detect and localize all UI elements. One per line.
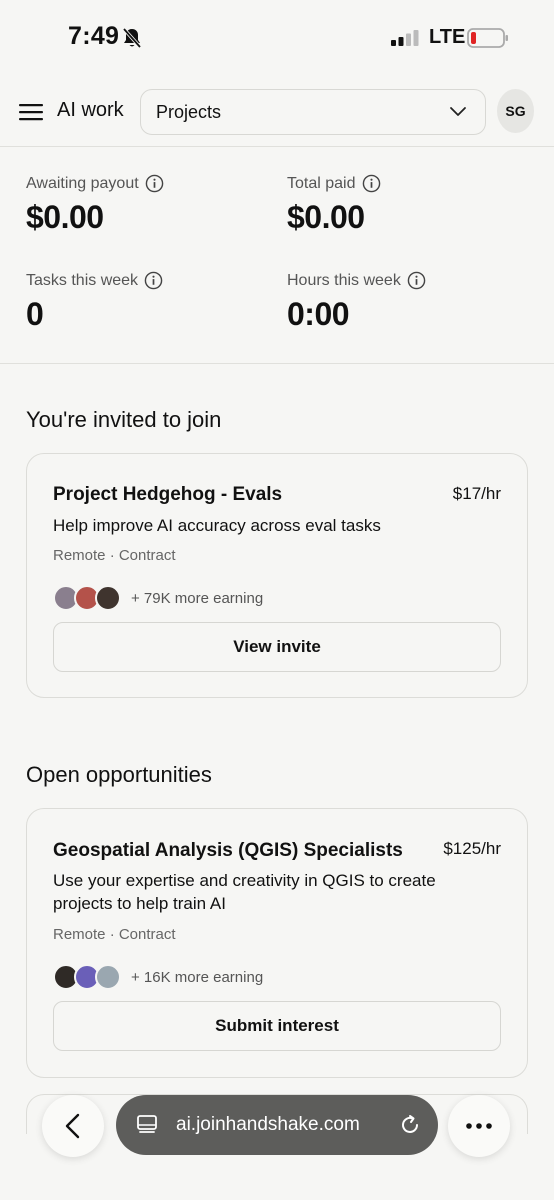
card-description: Use your expertise and creativity in QGI… [53,871,436,913]
earner-avatars [53,585,125,611]
card-title: Geospatial Analysis (QGIS) Specialists [53,840,403,861]
card-rate: $125/hr [443,839,501,858]
stat-value: $0.00 [287,199,365,235]
more-options-button[interactable] [448,1095,510,1157]
chevron-down-icon [450,107,466,116]
earning-count: + 79K more earning [131,590,264,607]
chevron-left-icon [65,1113,80,1139]
tabs-icon[interactable] [136,1114,158,1136]
app-title: AI work [57,99,124,121]
avatar [95,585,121,611]
battery-low-icon [467,28,508,48]
earner-avatars [53,964,125,990]
stat-value: 0 [26,296,44,332]
stat-hours-this-week: Hours this week 0:00 [287,271,426,333]
stat-label: Awaiting payout [26,174,139,192]
info-icon[interactable] [144,271,163,290]
back-button[interactable] [42,1095,104,1157]
card-title: Project Hedgehog - Evals [53,484,283,505]
address-bar[interactable]: ai.joinhandshake.com [116,1095,438,1155]
toolbar-reflection [0,1180,554,1200]
url-text: ai.joinhandshake.com [176,1114,360,1135]
card-rate: $17/hr [452,484,501,503]
stat-value: $0.00 [26,199,104,235]
invite-card: Project Hedgehog - Evals $17/hr Help imp… [26,453,528,698]
card-meta: Remote · Contract [53,547,176,564]
section-title-invited: You're invited to join [26,407,222,432]
app-header: AI work Projects SG [0,86,554,146]
stat-value: 0:00 [287,296,350,332]
section-title-opportunities: Open opportunities [26,762,212,787]
submit-interest-button[interactable]: Submit interest [53,1001,501,1051]
card-description: Help improve AI accuracy across eval tas… [53,516,381,535]
stat-tasks-this-week: Tasks this week 0 [26,271,163,333]
hamburger-menu-icon[interactable] [19,102,43,122]
view-invite-button[interactable]: View invite [53,622,501,672]
status-bar: 7:49 LTE [0,0,554,76]
header-divider [0,146,554,147]
user-avatar[interactable]: SG [497,89,534,133]
card-meta: Remote · Contract [53,926,176,943]
stat-total-paid: Total paid $0.00 [287,174,381,236]
reload-icon[interactable] [398,1113,422,1137]
stats-divider [0,363,554,364]
earning-count: + 16K more earning [131,969,264,986]
project-select[interactable]: Projects [140,89,486,135]
opportunity-card: Geospatial Analysis (QGIS) Specialists $… [26,808,528,1078]
bell-slash-icon [122,27,142,49]
info-icon[interactable] [362,174,381,193]
stat-label: Hours this week [287,271,401,289]
avatar [95,964,121,990]
info-icon[interactable] [145,174,164,193]
stat-awaiting-payout: Awaiting payout $0.00 [26,174,164,236]
stat-label: Total paid [287,174,356,192]
network-label: LTE [429,26,466,48]
project-select-value: Projects [156,102,222,122]
signal-icon [391,30,419,46]
stat-label: Tasks this week [26,271,139,289]
status-time: 7:49 [68,22,120,50]
info-icon[interactable] [407,271,426,290]
ellipsis-icon [466,1123,492,1129]
browser-toolbar: ai.joinhandshake.com [0,1090,554,1160]
